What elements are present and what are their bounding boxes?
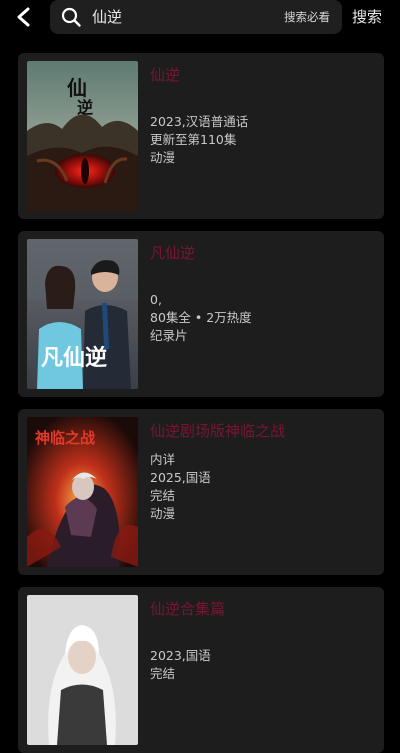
- top-bar: 仙逆 搜索必看 搜索: [0, 0, 400, 38]
- result-card[interactable]: 神临之战 仙逆剧场版神临之战 内详 2025,国语 完结 动漫: [18, 409, 384, 575]
- result-category: 纪录片: [150, 328, 188, 343]
- poster-image: 神临之战: [27, 417, 138, 567]
- poster-title-text: 凡仙逆: [41, 345, 107, 371]
- result-episode-status: 更新至第110集: [150, 132, 237, 147]
- search-must-see-link[interactable]: 搜索必看: [284, 7, 330, 27]
- poster-image: [27, 595, 138, 745]
- result-year-language: 2023,汉语普通话: [150, 114, 249, 129]
- poster-image: 凡仙逆: [27, 239, 138, 389]
- result-status: 完结: [150, 488, 176, 503]
- results-list: 仙 逆 仙逆 2023,汉语普通话 更新至第110集 动漫 凡仙逆 凡仙逆 0,…: [0, 0, 400, 753]
- chevron-left-icon: [17, 7, 30, 27]
- result-card[interactable]: 仙逆合集篇 2023,国语 完结: [18, 587, 384, 753]
- poster-red-eye-dragon-icon: 仙 逆: [27, 61, 138, 211]
- result-year-language: 2025,国语: [150, 470, 211, 485]
- result-category: 动漫: [150, 150, 176, 165]
- result-title[interactable]: 凡仙逆: [150, 243, 195, 263]
- result-card[interactable]: 凡仙逆 凡仙逆 0, 80集全 • 2万热度 纪录片: [18, 231, 384, 397]
- result-year: 0,: [150, 292, 162, 307]
- poster-title-text: 神临之战: [35, 429, 95, 447]
- result-category: 动漫: [150, 506, 176, 521]
- result-year-language: 2023,国语: [150, 648, 211, 663]
- poster-battle-flames-icon: 神临之战: [27, 417, 138, 567]
- svg-text:逆: 逆: [77, 98, 93, 117]
- poster-white-hair-hero-icon: [27, 595, 138, 745]
- search-button[interactable]: 搜索: [352, 6, 382, 28]
- result-title[interactable]: 仙逆: [150, 65, 180, 85]
- svg-text:仙: 仙: [67, 76, 87, 100]
- search-box[interactable]: 仙逆 搜索必看: [50, 0, 342, 34]
- result-cast: 内详: [150, 452, 176, 467]
- result-status: 完结: [150, 666, 176, 681]
- result-title[interactable]: 仙逆剧场版神临之战: [150, 421, 285, 441]
- back-button[interactable]: [14, 6, 34, 28]
- result-card[interactable]: 仙 逆 仙逆 2023,汉语普通话 更新至第110集 动漫: [18, 53, 384, 219]
- result-episodes-heat: 80集全 • 2万热度: [150, 310, 252, 325]
- search-input[interactable]: 仙逆: [92, 6, 252, 28]
- poster-couple-live-action-icon: 凡仙逆: [27, 239, 138, 389]
- poster-image: 仙 逆: [27, 61, 138, 211]
- result-title[interactable]: 仙逆合集篇: [150, 599, 225, 619]
- search-icon: [61, 7, 81, 27]
